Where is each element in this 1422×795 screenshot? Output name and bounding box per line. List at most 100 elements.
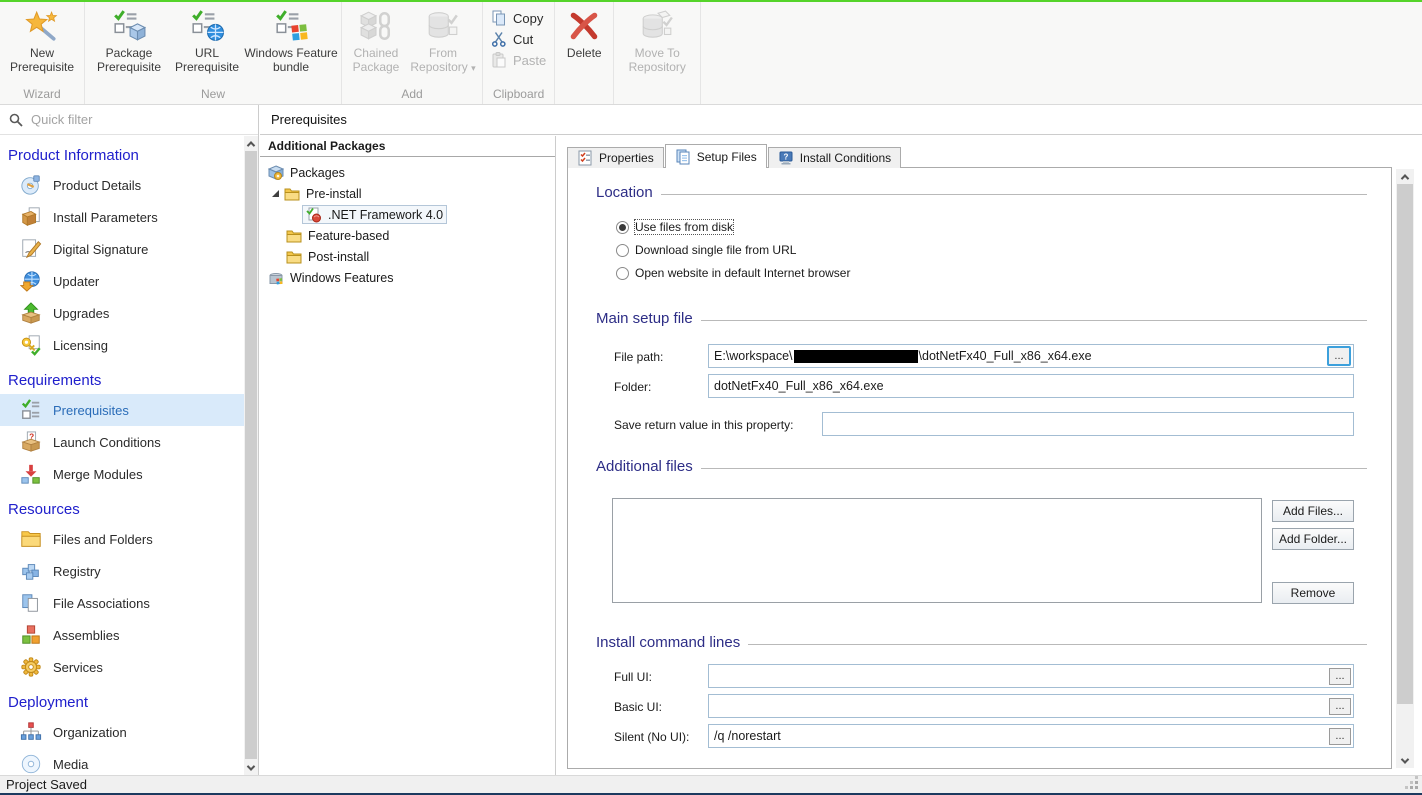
tree-node-packages[interactable]: Packages: [260, 162, 555, 183]
tree-node-feature-based[interactable]: Feature-based: [260, 225, 555, 246]
organization-chart-icon: [20, 721, 42, 743]
scroll-up-arrow-icon[interactable]: [1396, 169, 1414, 184]
prerequisites-checklist-icon: [20, 399, 42, 421]
additional-packages-panel: Additional Packages Packages Pre-install…: [260, 136, 556, 775]
sidebar-item-label: Updater: [53, 274, 99, 289]
radio-download-single-file[interactable]: Download single file from URL: [616, 243, 796, 257]
scrollbar-thumb[interactable]: [1397, 184, 1413, 704]
scroll-down-arrow-icon[interactable]: [1396, 753, 1414, 768]
full-ui-browse-button[interactable]: ...: [1329, 668, 1351, 685]
folder-icon: [286, 249, 302, 265]
radio-label: Use files from disk: [635, 220, 733, 234]
copy-button[interactable]: Copy: [486, 9, 551, 27]
sidebar-item-label: Media: [53, 757, 88, 772]
assemblies-cubes-icon: [20, 624, 42, 646]
sidebar-item-product-details[interactable]: Product Details: [0, 169, 244, 201]
delete-button[interactable]: Delete: [558, 2, 610, 60]
windows-feature-bundle-button[interactable]: Windows Feature bundle: [244, 2, 338, 75]
sidebar-item-licensing[interactable]: Licensing: [0, 329, 244, 361]
install-conditions-icon: ?: [778, 150, 794, 166]
radio-open-website[interactable]: Open website in default Internet browser: [616, 266, 850, 280]
scroll-up-arrow-icon[interactable]: [244, 136, 258, 151]
tree-node-label: .NET Framework 4.0: [328, 208, 443, 222]
add-folder-button[interactable]: Add Folder...: [1272, 528, 1354, 550]
remove-button[interactable]: Remove: [1272, 582, 1354, 604]
scroll-down-arrow-icon[interactable]: [244, 760, 258, 775]
silent-no-ui-value: /q /norestart: [714, 729, 1329, 743]
save-return-value-input[interactable]: [822, 412, 1354, 436]
move-to-repository-icon: [640, 9, 674, 43]
merge-modules-icon: [20, 463, 42, 485]
tree-node-label: Windows Features: [290, 271, 394, 285]
silent-no-ui-label: Silent (No UI):: [614, 730, 689, 744]
sidebar-item-assemblies[interactable]: Assemblies: [0, 619, 244, 651]
paste-button[interactable]: Paste: [486, 51, 551, 69]
tree-node-label: Pre-install: [306, 187, 362, 201]
silent-no-ui-input[interactable]: /q /norestart ...: [708, 724, 1354, 748]
quick-filter-input[interactable]: [31, 112, 250, 127]
sidebar-scrollbar[interactable]: [244, 136, 258, 775]
additional-files-list[interactable]: [612, 498, 1262, 603]
silent-no-ui-browse-button[interactable]: ...: [1329, 728, 1351, 745]
search-icon: [8, 112, 24, 128]
full-ui-input[interactable]: ...: [708, 664, 1354, 688]
file-path-input[interactable]: E:\workspace\\dotNetFx40_Full_x86_x64.ex…: [708, 344, 1354, 368]
windows-feature-bundle-icon: [274, 9, 308, 43]
sidebar-item-organization[interactable]: Organization: [0, 716, 244, 748]
sidebar-item-upgrades[interactable]: Upgrades: [0, 297, 244, 329]
basic-ui-label: Basic UI:: [614, 700, 662, 714]
tree-node-dotnet-framework[interactable]: .NET Framework 4.0: [260, 204, 555, 225]
url-prerequisite-button[interactable]: URL Prerequisite: [170, 2, 244, 75]
sidebar-item-digital-signature[interactable]: Digital Signature: [0, 233, 244, 265]
section-title: Install command lines: [596, 634, 740, 651]
url-prerequisite-icon: [190, 9, 224, 43]
detail-scrollbar[interactable]: [1396, 169, 1414, 768]
move-to-repository-button[interactable]: Move To Repository: [617, 2, 697, 75]
tree-node-post-install[interactable]: Post-install: [260, 246, 555, 267]
folder-input[interactable]: dotNetFx40_Full_x86_x64.exe: [708, 374, 1354, 398]
sidebar-item-install-parameters[interactable]: Install Parameters: [0, 201, 244, 233]
resize-grip[interactable]: [1415, 786, 1418, 789]
sidebar-item-launch-conditions[interactable]: ? Launch Conditions: [0, 426, 244, 458]
from-repository-button[interactable]: From Repository ▾: [407, 2, 479, 75]
sidebar-item-registry[interactable]: Registry: [0, 555, 244, 587]
chained-package-button[interactable]: Chained Package: [345, 2, 407, 75]
upgrades-icon: [20, 302, 42, 324]
chained-package-icon: [359, 9, 393, 43]
tab-install-conditions[interactable]: ? Install Conditions: [768, 147, 901, 168]
radio-button-icon[interactable]: [616, 267, 629, 280]
radio-button-icon[interactable]: [616, 221, 629, 234]
add-files-button[interactable]: Add Files...: [1272, 500, 1354, 522]
sidebar-item-prerequisites[interactable]: Prerequisites: [0, 394, 244, 426]
browse-file-button[interactable]: ...: [1327, 346, 1351, 366]
radio-button-icon[interactable]: [616, 244, 629, 257]
quick-filter: [0, 105, 258, 135]
tab-setup-files[interactable]: Setup Files: [665, 144, 767, 168]
tree-node-pre-install[interactable]: Pre-install: [260, 183, 555, 204]
package-prerequisite-icon: [112, 9, 146, 43]
detail-panel: Properties Setup Files ? Install Conditi…: [557, 136, 1422, 775]
setup-files-pane: Location Use files from disk Download si…: [567, 167, 1392, 769]
sidebar-item-media[interactable]: Media: [0, 748, 244, 775]
tab-properties[interactable]: Properties: [567, 147, 664, 168]
basic-ui-input[interactable]: ...: [708, 694, 1354, 718]
button-label: Move To Repository: [617, 46, 697, 75]
tree-node-windows-features[interactable]: Windows Features: [260, 267, 555, 288]
licensing-key-icon: [20, 334, 42, 356]
file-associations-icon: [20, 592, 42, 614]
basic-ui-browse-button[interactable]: ...: [1329, 698, 1351, 715]
scrollbar-thumb[interactable]: [245, 151, 257, 759]
tree-expander-icon[interactable]: [272, 190, 279, 197]
selected-tree-node: .NET Framework 4.0: [302, 205, 447, 224]
cut-button[interactable]: Cut: [486, 30, 551, 48]
ribbon-group-add: Chained Package From Repository ▾ Add: [342, 2, 483, 104]
section-header-deployment: Deployment: [0, 683, 244, 716]
sidebar-item-file-associations[interactable]: File Associations: [0, 587, 244, 619]
sidebar-item-merge-modules[interactable]: Merge Modules: [0, 458, 244, 490]
sidebar-item-files-and-folders[interactable]: Files and Folders: [0, 523, 244, 555]
sidebar-item-updater[interactable]: Updater: [0, 265, 244, 297]
package-prerequisite-button[interactable]: Package Prerequisite: [88, 2, 170, 75]
sidebar-item-services[interactable]: Services: [0, 651, 244, 683]
new-prerequisite-button[interactable]: New Prerequisite: [3, 2, 81, 75]
radio-use-files-from-disk[interactable]: Use files from disk: [616, 220, 733, 234]
